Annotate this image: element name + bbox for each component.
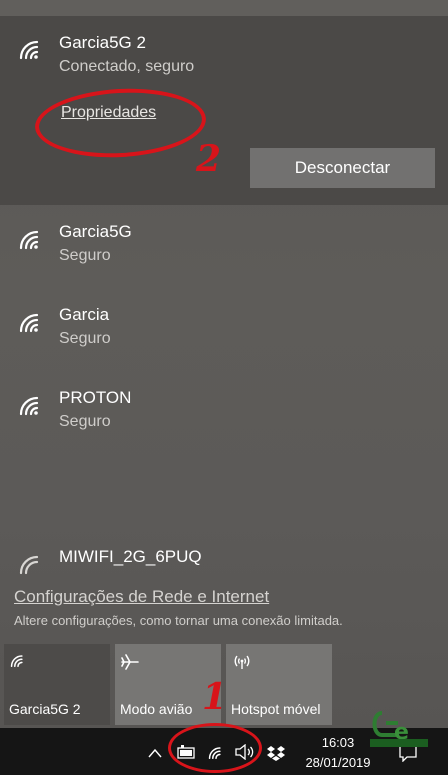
- dropbox-icon[interactable]: [266, 745, 286, 761]
- chevron-up-icon[interactable]: [148, 748, 162, 758]
- annotation-number-1: 1: [202, 676, 228, 718]
- hotspot-icon: [234, 655, 250, 669]
- network-status: Seguro: [59, 413, 111, 430]
- network-status: Seguro: [59, 330, 111, 347]
- airplane-icon: [121, 654, 139, 670]
- wifi-icon: [19, 40, 39, 60]
- connected-network-status: Conectado, seguro: [59, 58, 195, 75]
- network-name: Garcia5G: [59, 222, 132, 241]
- disconnect-button[interactable]: Desconectar: [250, 148, 435, 188]
- wifi-icon: [19, 230, 39, 250]
- annotation-number-2: 2: [196, 138, 222, 180]
- partial-network-item[interactable]: [0, 0, 448, 16]
- tile-label: Hotspot móvel: [231, 701, 321, 717]
- tile-wifi[interactable]: Garcia5G 2: [4, 644, 110, 725]
- wifi-icon: [19, 396, 39, 416]
- network-name: PROTON: [59, 388, 132, 407]
- network-name: MIWIFI_2G_6PUQ: [59, 547, 202, 566]
- connected-network-name: Garcia5G 2: [59, 33, 146, 52]
- network-name: Garcia: [59, 305, 110, 324]
- wifi-icon: [19, 555, 39, 575]
- watermark-logo: e: [370, 711, 428, 747]
- wifi-icon: [10, 655, 23, 668]
- tile-label: Garcia5G 2: [9, 701, 81, 717]
- annotation-ellipse-tray: [168, 723, 262, 773]
- wifi-icon: [19, 313, 39, 333]
- tile-label: Modo avião: [120, 701, 193, 717]
- network-status: Seguro: [59, 247, 111, 264]
- clock-date: 28/01/2019: [305, 755, 371, 770]
- network-settings-description: Altere configurações, como tornar uma co…: [14, 613, 343, 628]
- network-settings-link[interactable]: Configurações de Rede e Internet: [14, 587, 269, 607]
- tile-mobile-hotspot[interactable]: Hotspot móvel: [226, 644, 332, 725]
